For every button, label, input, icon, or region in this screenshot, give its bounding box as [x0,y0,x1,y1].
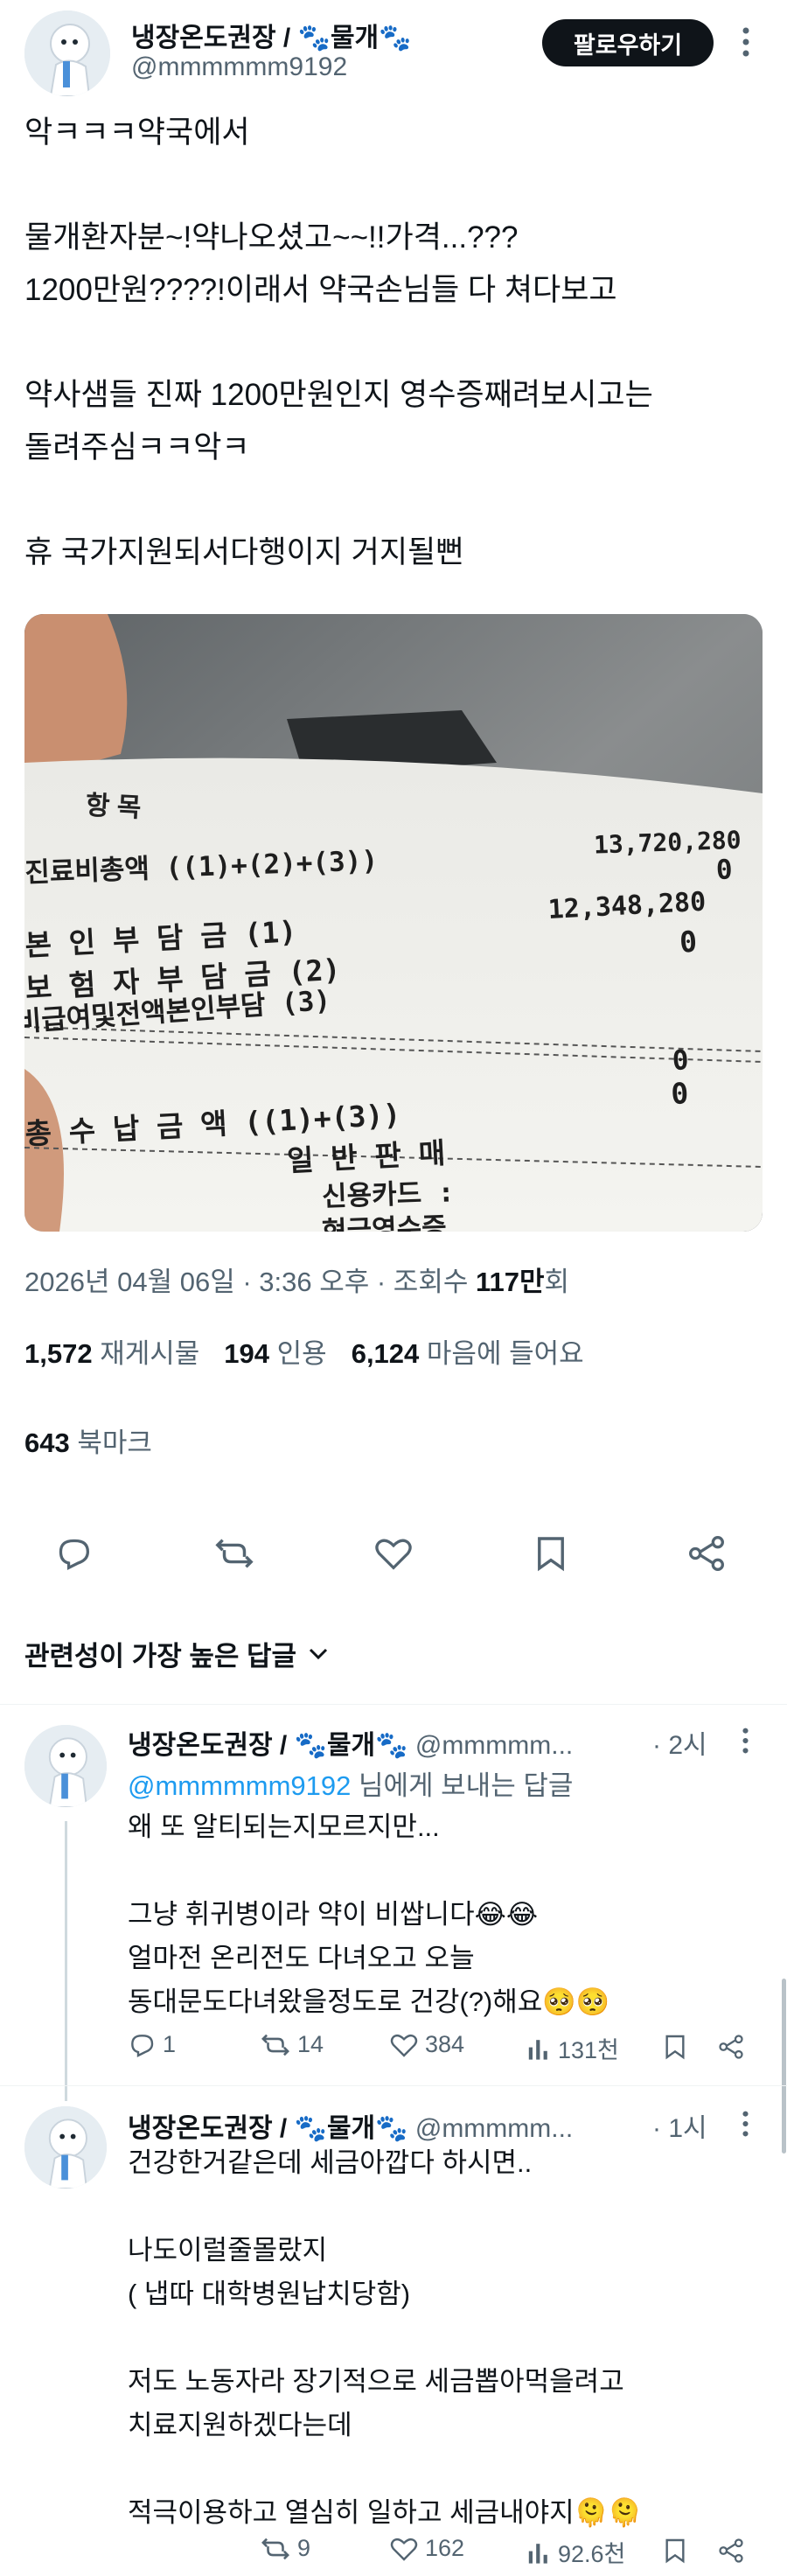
view-count: 131천 [558,2037,619,2063]
reply-actions: 9 162 92.6천 [128,2535,775,2570]
engagement-stats: 1,572 재게시물 194 인용 6,124 마음에 들어요 [24,1331,584,1371]
reply-avatar[interactable] [24,1725,107,1807]
reply-time[interactable]: · 2시 [652,1723,707,1762]
reply-author-handle[interactable]: @mmmmm... [415,2114,573,2143]
views-count: 117만 [475,1267,545,1297]
repost-icon[interactable] [213,1532,255,1574]
reply-avatar[interactable] [24,2106,107,2189]
more-icon[interactable] [735,1725,756,1756]
post-author-name[interactable]: 냉장온도권장 / 🐾물개🐾 [131,16,412,54]
reposts-stat[interactable]: 1,572 재게시물 [24,1331,199,1371]
receipt-row: 현금영수증 [321,1211,448,1232]
bookmark-icon[interactable] [659,2031,691,2063]
avatar-image [24,2106,107,2189]
replying-to-text: 님에게 보내는 답글 [351,1770,574,1801]
repost-button[interactable]: 14 [261,2031,324,2058]
post-text: 악ㅋㅋㅋ약국에서 물개환자분~!약나오셨고~~!!가격...??? 1200만원… [24,115,653,569]
reply-button[interactable]: 1 [128,2031,176,2058]
thread-line [65,1821,67,2101]
reply-author-name[interactable]: 냉장온도권장 / 🐾물개🐾 [128,1731,408,1760]
reply-icon [131,2034,154,2057]
chevron-down-icon [309,1648,328,1659]
like-button[interactable]: 162 [390,2535,464,2562]
replying-to-link[interactable]: @mmmmmm9192 [128,1770,351,1801]
like-count: 162 [425,2535,465,2561]
bookmarks-stat[interactable]: 643 북마크 [24,1421,152,1460]
sort-label: 관련성이 가장 높은 답글 [24,1641,297,1672]
like-icon[interactable] [373,1532,414,1574]
receipt-title: 항 목 [84,791,143,823]
more-icon[interactable] [735,2108,756,2140]
reply-sort-dropdown[interactable]: 관련성이 가장 높은 답글 [24,1634,328,1673]
timestamp-text: 2026년 04월 06일 · 3:36 오후 · 조회수 [24,1267,476,1297]
post-timestamp: 2026년 04월 06일 · 3:36 오후 · 조회수 117만회 [24,1260,569,1299]
reply-icon[interactable] [52,1532,94,1574]
divider [0,1704,787,1705]
views-button[interactable]: 92.6천 [526,2535,625,2569]
reply-count: 1 [163,2031,177,2057]
post-avatar[interactable] [24,10,110,96]
like-count: 384 [425,2031,465,2057]
repost-button[interactable]: 9 [261,2535,310,2562]
avatar-image [24,10,110,96]
bookmark-icon[interactable] [530,1532,572,1574]
share-icon[interactable] [715,2535,747,2566]
views-icon [528,2039,547,2060]
more-icon[interactable] [733,24,759,59]
quotes-stat[interactable]: 194 인용 [224,1331,326,1371]
action-bar [0,1527,787,1580]
divider [0,2085,787,2086]
like-button[interactable]: 384 [390,2031,464,2058]
reply-author-handle[interactable]: @mmmmm... [415,1731,573,1760]
repost-count: 9 [297,2535,311,2561]
bookmark-icon[interactable] [659,2535,691,2566]
views-button[interactable]: 131천 [526,2031,619,2065]
reply-actions: 1 14 384 131천 [128,2031,775,2066]
follow-button[interactable]: 팔로우하기 [542,19,714,66]
reply-text: 왜 또 알티되는지모르지만... 그냥 휘귀병이라 약이 비쌉니다😂😂 얼마전 … [128,1812,610,2017]
post-author-handle[interactable]: @mmmmmm9192 [131,52,347,82]
repost-icon [261,2034,289,2056]
post-image[interactable]: 항 목 진료비총액 ((1)+(2)+(3)) 13,720,280 0 본 인 … [24,614,763,1232]
reply-header: 냉장온도권장 / 🐾물개🐾 @mmmmm... [128,1723,573,1762]
reply-header: 냉장온도권장 / 🐾물개🐾 @mmmmm... [128,2106,573,2145]
share-icon[interactable] [686,1532,728,1574]
reply-time[interactable]: · 1시 [652,2106,707,2145]
reply-text: 건강한거같은데 세금아깝다 하시면.. 나도이럴줄몰랐지 ( 냅따 대학병원납치… [128,2147,642,2528]
likes-stat[interactable]: 6,124 마음에 들어요 [352,1331,584,1371]
like-icon [390,2538,418,2561]
share-icon[interactable] [715,2031,747,2063]
views-icon [528,2543,547,2564]
replying-to: @mmmmmm9192 님에게 보내는 답글 [128,1763,573,1803]
reply-author-name[interactable]: 냉장온도권장 / 🐾물개🐾 [128,2114,408,2143]
avatar-image [24,1725,107,1807]
like-icon [390,2034,418,2057]
repost-count: 14 [297,2031,324,2057]
views-suffix: 회 [544,1267,570,1297]
scrollbar[interactable] [782,1979,786,2154]
repost-icon [261,2538,289,2559]
view-count: 92.6천 [558,2541,626,2567]
